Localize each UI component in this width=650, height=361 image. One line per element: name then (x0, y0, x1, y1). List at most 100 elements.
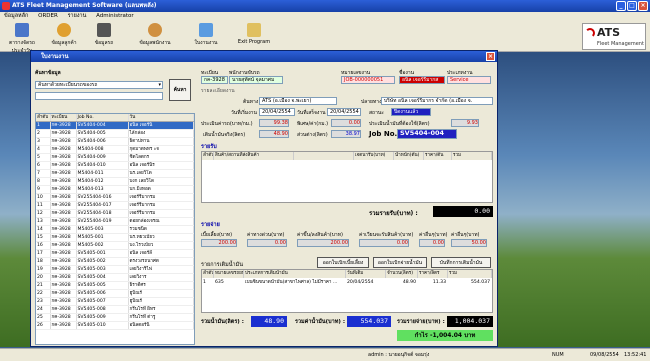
table-cell: 26 (36, 321, 51, 331)
menu-order[interactable]: ORDER (38, 13, 58, 19)
fuel-col: ประเภทการเติมน้ำมัน (244, 270, 346, 278)
status-label: สถานะ (369, 110, 384, 116)
app-title: ATS Fleet Management Software (แลนพหลัง) (12, 2, 157, 9)
table-row[interactable]: 19 กค-3928 SV5405-003 เลยวิงาริไฟ (36, 265, 194, 275)
user-icon (57, 23, 71, 37)
expense-value[interactable]: 0.00 (247, 239, 287, 247)
search-type-value: ค้นหาด้วยทะเบียนรถของรถ (38, 82, 98, 88)
table-cell: 24 (36, 305, 51, 315)
table-row[interactable]: 2 กค-3928 SV5404-005 ไล้กล่อง (36, 129, 194, 139)
table-row[interactable]: 9 กค-3928 M5404-013 บก.มิงทอด (36, 185, 194, 195)
expense-label: ค่าขึ้น/ลงสินค้า(บาท) (297, 232, 343, 238)
customer-field[interactable]: อนิล เจอร์รีมากส (399, 76, 445, 84)
table-row[interactable]: 10 กค-3928 SV255404-016 เจอร์รีมากรม (36, 193, 194, 203)
driver-field[interactable]: นายสุทัศน์ จุลมาศม (229, 76, 283, 84)
staff-icon (148, 23, 162, 37)
menu-master-data[interactable]: ข้อมูลหลัก (4, 13, 28, 19)
search-type-select[interactable]: ค้นหาด้วยทะเบียนรถของรถ ▾ (35, 81, 163, 89)
fuel-table[interactable]: ลำดับ หมายเลขรถยนต์ ประเภทการเติมน้ำมัน … (201, 269, 493, 313)
table-cell: กค-3928 (50, 313, 77, 323)
app-icon (2, 2, 10, 10)
grid-col-index[interactable]: ลำดับ (36, 114, 51, 123)
table-cell: นร.เลยวิโด (128, 169, 194, 179)
table-row[interactable]: 6 กค-3928 SV5404-010 อนิล เจอร์นิร (36, 161, 194, 171)
table-cell: SV5405-001 (76, 249, 129, 259)
expense-value[interactable]: 0.00 (419, 239, 445, 247)
table-row[interactable]: 1 กค-3928 SV5404-004 อนิล เจอร์นิ (36, 121, 194, 131)
table-cell: กรีนโรที่ ผิทร (128, 305, 194, 315)
search-panel: ค้นหาข้อมูล ค้นหาด้วยทะเบียนรถของรถ ▾ ค้… (35, 65, 195, 345)
search-input[interactable] (35, 92, 163, 100)
end-date-field[interactable]: 20/04/2554 (327, 108, 361, 116)
expense-value[interactable]: 0.00 (359, 239, 409, 247)
table-row[interactable]: 24 กค-3928 SV5405-008 กรีนโรที่ ผิทร (36, 305, 194, 315)
table-row[interactable]: 18 กค-3928 SV5405-002 ตรงวงรถนาศต (36, 257, 194, 267)
issue-fuel-button[interactable]: ออกใบเบิกจ่ายน้ำมัน (373, 257, 427, 268)
toolbar-staff-button[interactable]: ข้อมูลพนักงาน (130, 23, 180, 47)
table-row[interactable]: 25 กค-3928 SV5405-009 กรีนโรที่ ต่ารู (36, 313, 194, 323)
start-date-field[interactable]: 20/04/2554 (259, 108, 295, 116)
toolbar-jobsheet-button[interactable]: ใบงานงาน (186, 23, 226, 47)
plate-field[interactable]: กค-3928 (201, 76, 228, 84)
dialog-title: ใบงานงาน (41, 53, 69, 60)
grid-col-plate[interactable]: ทะเบียน (50, 114, 77, 123)
table-row[interactable]: 15 กค-3928 M5405-001 นร.ทยวเบ้ยว (36, 233, 194, 243)
table-row[interactable]: 16 กค-3928 M5405-002 บง.ไรวเบ้ยว (36, 241, 194, 251)
jobno-field[interactable]: JOB-000000051 (341, 76, 395, 84)
toolbar: ตารางจัดรถประจำวัน ข้อมูลลูกค้า ข้อมูลรถ… (0, 21, 650, 54)
toolbar-vehicle-button[interactable]: ข้อมูลรถ (84, 23, 124, 47)
table-cell: กค-3928 (50, 121, 77, 131)
save-fuel-button[interactable]: บันทึกการเติมน้ำมัน (431, 257, 491, 268)
expense-value[interactable]: 200.00 (201, 239, 237, 247)
table-row[interactable]: 17 กค-3928 SV5405-001 อนิล เจอร์ลี (36, 249, 194, 259)
toolbar-customer-button[interactable]: ข้อมูลลูกค้า (44, 23, 84, 47)
jobtype-field[interactable]: Service (447, 76, 491, 84)
extra-label: พิเศษ/ค่า(กม.) (297, 121, 329, 127)
issue-allowance-button[interactable]: ออกใบเบิกเบี้ยเลี้ยง (317, 257, 369, 268)
table-cell: SV5404-005 (76, 129, 129, 139)
menu-administrator[interactable]: Administrator (96, 13, 134, 19)
expense-label: เบี้ยเลี้ยง(บาท) (201, 232, 233, 238)
income-total-value: 0.00 (433, 206, 493, 217)
close-button[interactable]: × (638, 1, 648, 11)
grid-col-jobno[interactable]: Job No. (76, 114, 129, 123)
expense-value[interactable]: 50.00 (451, 239, 487, 247)
fuel-cell: 554.037 (471, 280, 490, 285)
table-row[interactable]: 20 กค-3928 SV5405-004 เลยวิงาร (36, 273, 194, 283)
origin-field[interactable]: ATS (อ.เมือง จ.พะเยา) (259, 97, 337, 105)
search-button[interactable]: ค้นหา (169, 79, 191, 101)
jobcode-field: SV5404-004 (397, 129, 457, 139)
table-row[interactable]: 3 กค-3928 SV5404-006 ธิดาปทาน (36, 137, 194, 147)
minimize-button[interactable]: _ (616, 1, 626, 11)
table-row[interactable]: 4 กค-3928 M5404-008 กุดมาตพทร ะจ (36, 145, 194, 155)
table-row[interactable]: 12 กค-3928 SV255404-018 เจอร์รีมากรม (36, 209, 194, 219)
table-cell: SV5405-003 (76, 265, 129, 275)
table-row[interactable]: 14 กค-3928 M5405-003 รวมชนิด (36, 225, 194, 235)
dialog-close-button[interactable]: × (486, 52, 495, 61)
table-row[interactable]: 11 กค-3928 SV255404-017 เจอร์รีมากรม (36, 201, 194, 211)
job-detail-panel: ทะเบียน พนักงานขับรถ หมายเลขงาน ชื่องาน … (201, 65, 495, 345)
fuel-col: หมายเลขรถยนต์ (214, 270, 244, 278)
table-cell: ชิดโลตกร (128, 153, 194, 163)
grid-col-date[interactable]: วัน (128, 114, 194, 123)
table-row[interactable]: 22 กค-3928 SV5405-006 ฮูบิณร์ (36, 289, 194, 299)
expense-value[interactable]: 200.00 (297, 239, 349, 247)
table-row[interactable]: 21 กค-3928 SV5405-005 ธิราดี้ศร (36, 281, 194, 291)
table-row[interactable]: 7 กค-3928 M5404-011 นร.เลยวิโด (36, 169, 194, 179)
table-cell: เลยวิงาร (128, 273, 194, 283)
destination-field[interactable]: บริษัท อนิล เจอร์รีมากร จำกัด (อ.เมือง จ… (381, 97, 493, 105)
table-cell: SV5405-006 (76, 289, 129, 299)
table-row[interactable]: 26 กค-3928 SV5405-010 อนิลตอร์นิ (36, 321, 194, 331)
table-row[interactable]: 13 กค-3928 SV255404-019 ดอยกล่องเจรณ (36, 217, 194, 227)
status-field[interactable]: ปิดงานแล้ว (391, 108, 431, 116)
table-row[interactable]: 23 กค-3928 SV5405-007 ฮูบิณร์ (36, 297, 194, 307)
table-row[interactable]: 8 กค-3928 M5404-012 บงก เลยวิโด (36, 177, 194, 187)
table-cell: SV255404-018 (76, 209, 129, 219)
profit-box: กำไร -1,004.04 บาท (397, 330, 493, 341)
maximize-button[interactable]: □ (627, 1, 637, 11)
toolbar-exit-button[interactable]: Exit Program (232, 23, 276, 45)
job-list-grid[interactable]: ลำดับ ทะเบียน Job No. วัน 1 กค-3928 SV5404… (35, 113, 195, 345)
table-row[interactable]: 5 กค-3928 SV5404-009 ชิดโลตกร (36, 153, 194, 163)
income-table[interactable]: ลำดับ สินค้า/สถานที่ส่งสินค้า เจตนารับ(บ… (201, 151, 493, 203)
menu-report[interactable]: รายงาน (68, 13, 87, 19)
